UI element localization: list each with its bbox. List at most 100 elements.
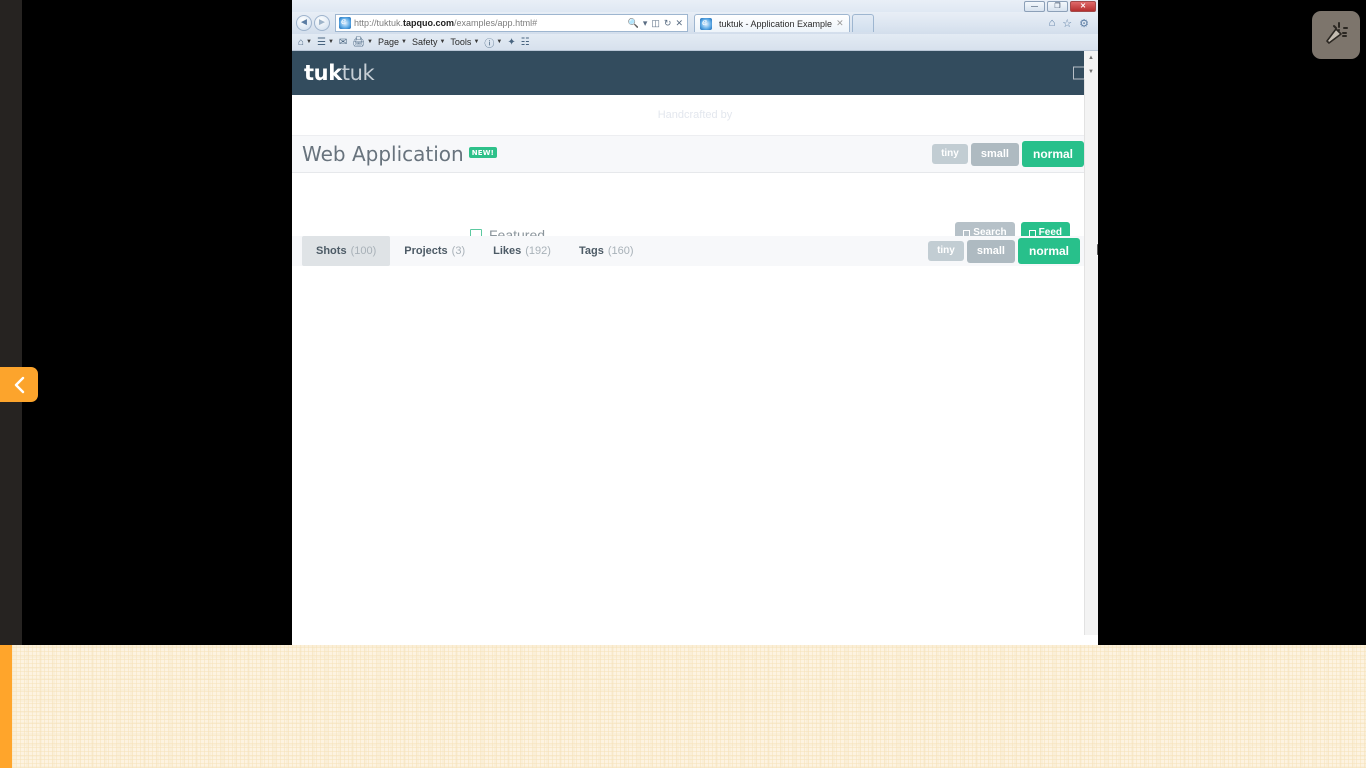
address-bar[interactable]: http://tuktuk.tapquo.com/examples/app.ht… [335,14,688,32]
command-tools-menu[interactable]: Tools ▼ [450,37,479,47]
caret-down-icon: ▼ [367,39,373,45]
app-logo[interactable]: tuktuk [304,61,375,85]
print-icon: 🖨 [352,36,366,48]
tabs-size-tiny-button[interactable]: tiny [928,241,964,261]
desktop-left-strip [0,0,22,645]
tab-tags-label: Tags [578,245,604,257]
url-domain: tapquo.com [403,18,455,28]
search-icon[interactable]: 🔍 [628,18,639,29]
desktop-left-black-area [22,0,292,645]
compatibility-view-icon[interactable]: ◫ [651,18,660,29]
browser-command-bar: ⌂ ▼ ☰ ▼ ✉ 🖨 ▼ Page ▼ Safety ▼ Tools ▼ ⓘ … [292,34,1098,51]
paper-orange-stripe [0,645,12,768]
caret-down-icon: ▼ [473,39,480,45]
handcrafted-strip: Handcrafted by [292,95,1098,135]
caret-down-icon: ▼ [439,39,446,45]
tab-title: tuktuk - Application Example [719,18,833,29]
refresh-icon[interactable]: ↻ [664,18,672,29]
logo-text-light: tuk [341,61,375,85]
handcrafted-text: Handcrafted by [657,109,733,121]
tab-likes[interactable]: Likes (192) [479,236,565,266]
forward-arrow-icon: ► [317,17,327,28]
size-button-group: tiny small normal [932,141,1084,167]
close-button[interactable]: ✕ [1070,1,1096,12]
tab-likes-label: Likes [493,245,522,257]
featured-row-clipped: Featured Search Feed [292,216,1084,238]
url-path: /examples/app.html# [454,18,538,28]
back-button[interactable]: ◄ [296,15,312,31]
minimize-icon: — [1031,3,1038,10]
back-arrow-icon: ◄ [299,17,309,28]
sidebar-pull-tab[interactable] [0,367,38,402]
web-page-viewport: tuktuk Handcrafted by Web Application NEW… [292,51,1098,635]
page-scrollbar[interactable]: ▲ ▼ [1084,51,1098,635]
url-text: http://tuktuk.tapquo.com/examples/app.ht… [354,18,628,28]
page-title-text: Web Application [302,142,464,166]
page-title: Web Application NEW! [302,142,498,166]
caret-down-icon: ▼ [327,39,334,45]
caret-down-icon[interactable]: ▾ [643,18,648,29]
forward-button[interactable]: ► [314,15,330,31]
magic-wand-tool-button[interactable] [1312,11,1360,59]
command-home-button[interactable]: ⌂ ▼ [298,37,312,48]
favorites-star-icon[interactable]: ☆ [1062,17,1072,30]
tab-projects-label: Projects [404,245,448,257]
browser-tab-active[interactable]: tuktuk - Application Example ✕ [694,14,850,32]
app-tabs-bar: Shots (100) Projects (3) Likes (192) Tag… [292,236,1084,266]
tabs-size-normal-button[interactable]: normal [1017,238,1080,264]
home-icon[interactable]: ⌂ [1049,17,1056,29]
page-title-bar: Web Application NEW! tiny small normal [292,135,1098,173]
site-favicon-icon [339,15,351,29]
tab-favicon-icon [700,16,712,30]
tabs-size-button-group: tiny small normal [928,236,1084,266]
browser-chrome-icons: ⌂ ☆ ⚙ [1049,17,1094,30]
stop-icon[interactable]: ✕ [675,18,683,29]
tab-projects-count: (3) [451,245,466,257]
tab-shots-count: (100) [350,245,377,257]
magic-wand-icon [1322,19,1350,52]
close-icon: ✕ [1080,3,1086,10]
command-mail-button[interactable]: ✉ [339,37,347,48]
address-bar-icons: 🔍 ▾ ◫ ↻ ✕ [628,18,685,29]
mail-icon: ✉ [338,36,348,48]
browser-navigation-row: ◄ ► http://tuktuk.tapquo.com/examples/ap… [292,12,1098,34]
url-scheme: http://tuktuk. [354,18,404,28]
help-icon: ⓘ [484,38,495,50]
scroll-up-arrow-icon[interactable]: ▲ [1084,51,1098,65]
chevron-left-icon [13,376,26,394]
signal-icon: ☷ [520,36,530,48]
command-safety-label: Safety [411,37,438,47]
command-safety-menu[interactable]: Safety ▼ [412,37,445,47]
tab-projects[interactable]: Projects (3) [390,236,479,266]
restore-button[interactable]: ❐ [1047,1,1068,12]
command-addon-button[interactable]: ✦ [507,37,515,48]
status-badge: NEW! [468,147,498,158]
tab-tags[interactable]: Tags (160) [565,236,648,266]
addon-icon: ✦ [507,36,516,48]
command-help-menu[interactable]: ⓘ ▼ [484,35,502,50]
tab-shots[interactable]: Shots (100) [302,236,391,266]
restore-icon: ❐ [1054,3,1061,10]
feeds-icon: ☰ [317,36,326,48]
new-tab-button[interactable] [851,14,874,32]
caret-down-icon: ▼ [496,39,503,45]
app-navbar: tuktuk [292,51,1098,95]
tabs-size-small-button[interactable]: small [966,239,1015,263]
desktop-paper-texture [0,645,1366,768]
tab-close-icon[interactable]: ✕ [836,18,844,29]
browser-titlebar: — ❐ ✕ [292,0,1098,12]
window-controls: — ❐ ✕ [1024,1,1096,12]
size-normal-button[interactable]: normal [1021,141,1084,167]
size-tiny-button[interactable]: tiny [932,144,968,164]
command-feeds-button[interactable]: ☰ ▼ [317,37,334,48]
command-page-menu[interactable]: Page ▼ [378,37,407,47]
command-signal-button[interactable]: ☷ [521,37,530,48]
tools-gear-icon[interactable]: ⚙ [1079,17,1089,30]
minimize-button[interactable]: — [1024,1,1045,12]
scroll-down-arrow-icon[interactable]: ▼ [1084,65,1098,79]
command-tools-label: Tools [450,37,472,47]
command-page-label: Page [377,37,399,47]
tab-tags-count: (160) [607,245,634,257]
command-print-button[interactable]: 🖨 ▼ [352,37,373,48]
size-small-button[interactable]: small [970,142,1019,166]
